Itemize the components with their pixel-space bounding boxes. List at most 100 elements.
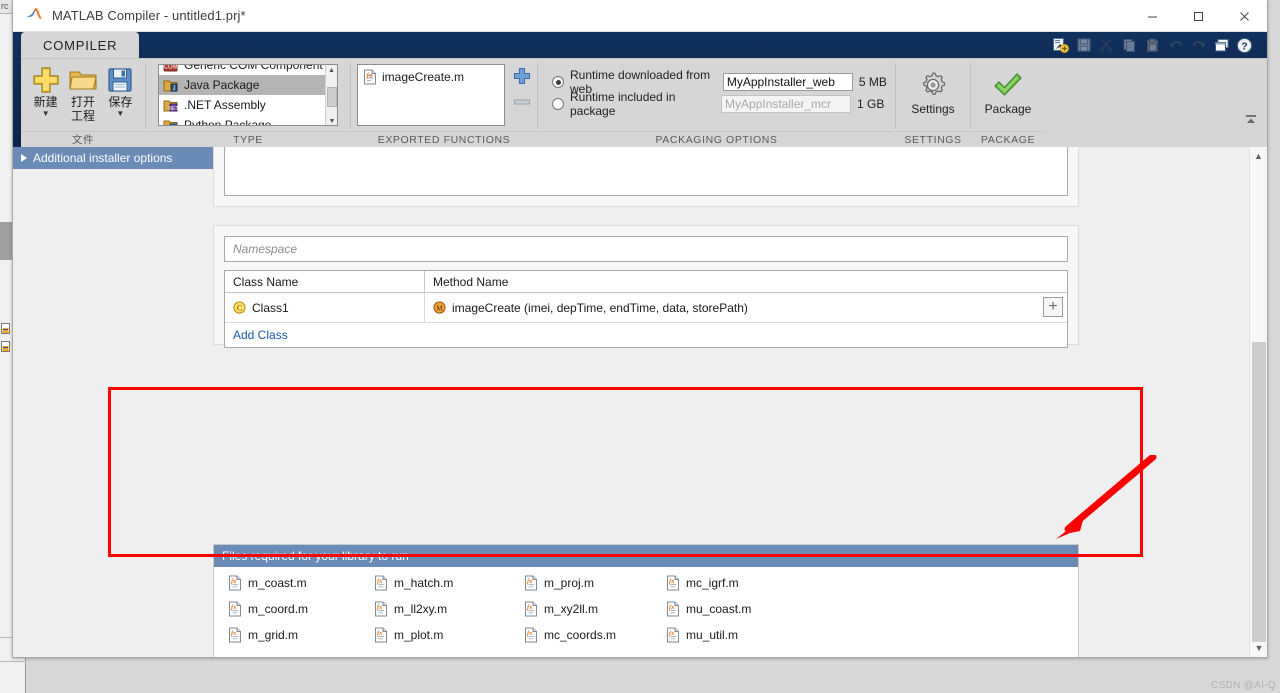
type-list-scrollbar[interactable]: ▲ ▼ — [325, 65, 337, 126]
type-option-python[interactable]: PY Python Package — [159, 115, 337, 126]
svg-text:fx: fx — [367, 72, 373, 80]
new-button-caret[interactable]: ▼ — [42, 109, 50, 118]
list-item[interactable]: fx mc_igrf.m — [666, 575, 739, 591]
minimize-button[interactable] — [1129, 0, 1175, 32]
section-additional-label: Additional installer options — [33, 151, 172, 165]
cut-icon[interactable] — [1096, 35, 1117, 55]
content-area: Namespace Class Name Method Name C — [13, 147, 1267, 657]
svg-text:fx: fx — [527, 578, 533, 585]
package-button[interactable]: Package — [977, 63, 1039, 116]
file-name: mu_coast.m — [686, 602, 751, 616]
new-plus-icon — [30, 65, 62, 95]
table-row[interactable]: C Class1 M imageCreate (imei, depTime, e… — [225, 293, 1067, 323]
list-item[interactable]: fx mc_coords.m — [524, 627, 616, 643]
m-file-icon: fx — [666, 601, 680, 617]
save-icon[interactable] — [1073, 35, 1094, 55]
list-item[interactable]: fx m_coord.m — [228, 601, 308, 617]
list-item[interactable]: fx m_proj.m — [524, 575, 594, 591]
packaging-option-included[interactable]: Runtime included in package 1 GB — [552, 93, 889, 115]
type-option-com[interactable]: COM Generic COM Component — [159, 64, 337, 75]
layout-icon[interactable] — [1211, 35, 1232, 55]
exported-function-item[interactable]: fx imageCreate.m — [363, 69, 504, 85]
add-class-label: Add Class — [233, 328, 288, 342]
file-name: mu_util.m — [686, 628, 738, 642]
chevron-down-icon[interactable]: ▼ — [326, 116, 338, 126]
add-function-icon[interactable] — [513, 67, 531, 88]
list-item[interactable]: fx m_ll2xy.m — [374, 601, 447, 617]
save-button[interactable]: 保存 ▼ — [102, 63, 139, 118]
list-item[interactable]: fx m_grid.m — [228, 627, 298, 643]
chevron-down-icon[interactable]: ▼ — [1250, 639, 1267, 657]
tab-compiler-label: COMPILER — [43, 38, 117, 53]
ribbon-group-type: COM Generic COM Component J Java Package — [146, 59, 350, 148]
maximize-button[interactable] — [1175, 0, 1221, 32]
radio-runtime-included[interactable] — [552, 98, 564, 110]
save-button-caret[interactable]: ▼ — [116, 109, 124, 118]
list-item[interactable]: fx m_hatch.m — [374, 575, 453, 591]
new-project-icon[interactable] — [1050, 35, 1071, 55]
svg-text:fx: fx — [231, 578, 237, 585]
tab-compiler[interactable]: COMPILER — [21, 32, 139, 58]
list-item[interactable]: fx mu_util.m — [666, 627, 738, 643]
list-item[interactable]: fx m_plot.m — [374, 627, 443, 643]
packaging-option-included-label: Runtime included in package — [570, 90, 715, 118]
exported-function-label: imageCreate.m — [382, 70, 464, 84]
open-folder-icon — [67, 65, 99, 95]
svg-text:M: M — [436, 304, 443, 313]
close-button[interactable] — [1221, 0, 1267, 32]
help-icon[interactable]: ? — [1234, 35, 1255, 55]
chevron-up-icon[interactable]: ▲ — [1250, 147, 1267, 165]
new-button[interactable]: 新建 ▼ — [27, 63, 64, 118]
installer-name-web-input[interactable] — [723, 73, 853, 91]
svg-text:J: J — [173, 86, 176, 92]
class-table-header: Class Name Method Name — [225, 271, 1067, 293]
type-option-java[interactable]: J Java Package — [159, 75, 337, 95]
type-option-net[interactable]: NET .NET Assembly — [159, 95, 337, 115]
list-item[interactable]: fx mu_coast.m — [666, 601, 751, 617]
scrollbar-thumb[interactable] — [1252, 342, 1266, 642]
radio-runtime-web[interactable] — [552, 76, 564, 88]
collapse-ribbon-icon[interactable] — [1243, 113, 1259, 127]
exported-functions-buttons — [513, 67, 531, 110]
file-name: m_plot.m — [394, 628, 443, 642]
type-list-scroll-thumb[interactable] — [327, 87, 337, 107]
section-files-required-header: Files required for your library to run — [214, 545, 1078, 567]
add-method-button[interactable]: + — [1043, 297, 1063, 317]
file-name: m_coast.m — [248, 576, 307, 590]
remove-function-icon[interactable] — [513, 96, 531, 110]
namespace-input[interactable]: Namespace — [224, 236, 1068, 262]
m-file-icon: fx — [374, 575, 388, 591]
add-class-link[interactable]: Add Class — [225, 323, 1067, 347]
file-name: mc_coords.m — [544, 628, 616, 642]
undo-icon[interactable] — [1165, 35, 1186, 55]
class-name-cell[interactable]: C Class1 — [225, 293, 425, 323]
method-name-cell[interactable]: M imageCreate (imei, depTime, endTime, d… — [425, 301, 1067, 315]
paste-icon[interactable] — [1142, 35, 1163, 55]
copy-icon[interactable] — [1119, 35, 1140, 55]
exported-functions-list[interactable]: fx imageCreate.m — [357, 64, 505, 126]
quick-access-toolbar: ? — [1050, 35, 1255, 55]
svg-text:?: ? — [1241, 40, 1247, 52]
settings-button[interactable]: Settings — [902, 63, 964, 116]
vertical-scrollbar[interactable]: ▲ ▼ — [1249, 147, 1267, 657]
chevron-up-icon[interactable]: ▲ — [326, 65, 337, 76]
save-button-label: 保存 — [108, 95, 132, 109]
list-item[interactable]: fx m_coast.m — [228, 575, 307, 591]
m-file-icon: fx — [524, 575, 538, 591]
panel-scrolled-top-field[interactable] — [224, 147, 1068, 196]
redo-icon[interactable] — [1188, 35, 1209, 55]
m-file-icon: fx — [524, 627, 538, 643]
package-type-list[interactable]: COM Generic COM Component J Java Package — [158, 64, 338, 126]
svg-text:fx: fx — [231, 604, 237, 611]
installer-size-web: 5 MB — [859, 75, 889, 89]
open-project-button[interactable]: 打开 工程 — [64, 63, 101, 123]
section-files-required: Files required for your library to run f… — [213, 544, 1079, 657]
list-item[interactable]: fx m_xy2ll.m — [524, 601, 598, 617]
installer-size-mcr: 1 GB — [857, 97, 889, 111]
svg-text:fx: fx — [527, 604, 533, 611]
svg-text:fx: fx — [377, 604, 383, 611]
class-name-value: Class1 — [252, 301, 289, 315]
ribbon-group-file-label: 文件 — [21, 131, 145, 148]
section-files-required-label: Files required for your library to run — [222, 549, 409, 563]
scroll-canvas: Namespace Class Name Method Name C — [13, 147, 1249, 657]
